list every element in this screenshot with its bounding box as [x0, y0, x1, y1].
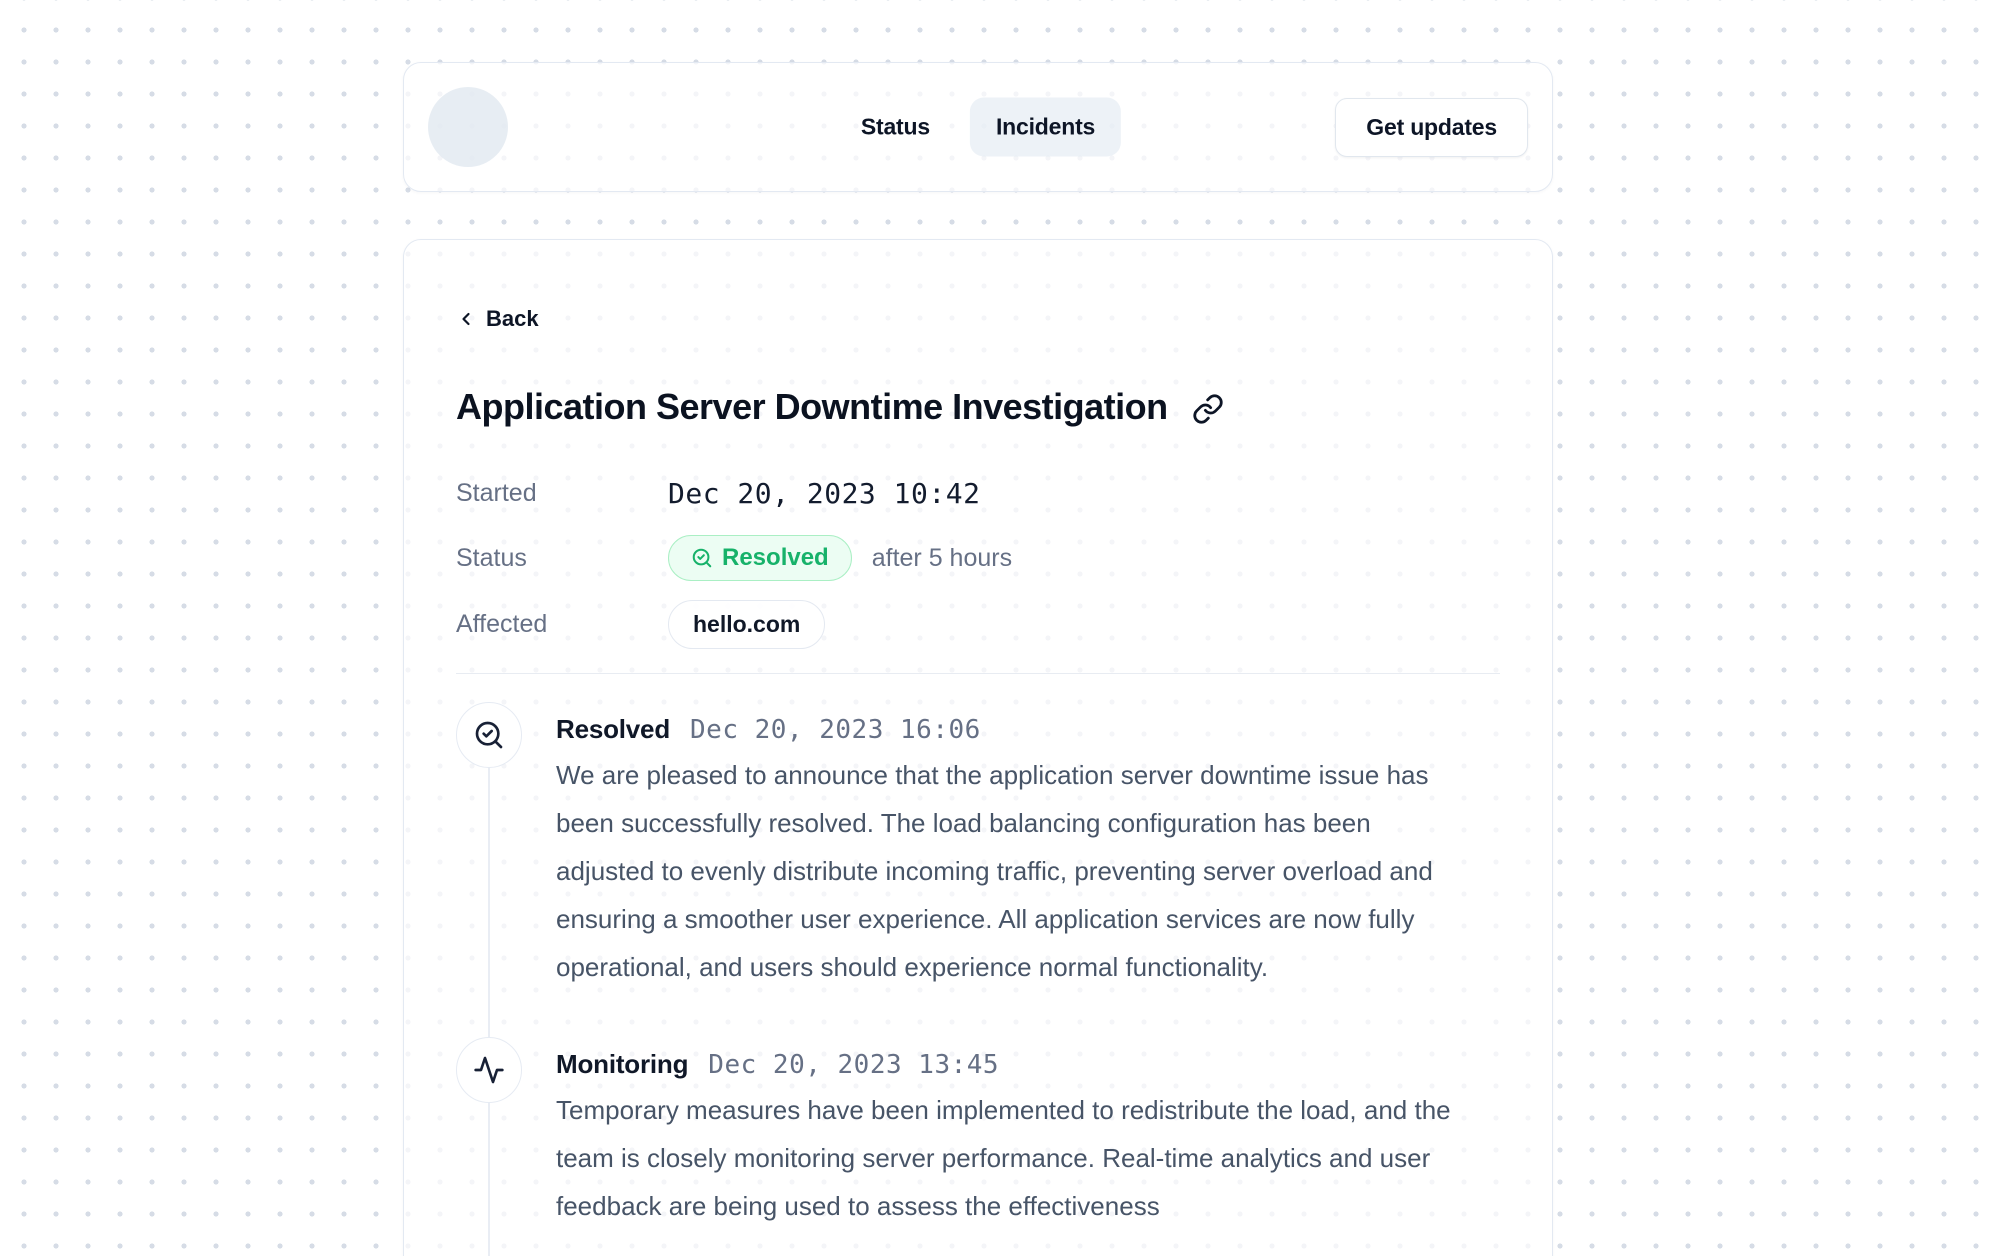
update-content: Monitoring Dec 20, 2023 13:45 Temporary …	[556, 1043, 1500, 1230]
affected-component-pill: hello.com	[668, 600, 825, 649]
title-row: Application Server Downtime Investigatio…	[456, 386, 1500, 428]
update-body: We are pleased to announce that the appl…	[556, 751, 1461, 991]
timeline-marker	[456, 1037, 522, 1103]
update-timeline: Resolved Dec 20, 2023 16:06 We are pleas…	[456, 702, 1500, 1256]
status-duration: after 5 hours	[872, 544, 1012, 573]
top-nav: Status Incidents Get updates	[403, 62, 1553, 192]
page-title: Application Server Downtime Investigatio…	[456, 386, 1168, 428]
status-label: Status	[456, 544, 668, 573]
meta-row-started: Started Dec 20, 2023 10:42	[456, 470, 1500, 516]
back-label: Back	[486, 306, 539, 332]
back-link[interactable]: Back	[456, 306, 539, 332]
search-check-icon	[691, 547, 713, 569]
nav-item-incidents[interactable]: Incidents	[970, 98, 1121, 157]
affected-label: Affected	[456, 610, 668, 639]
incident-card: Back Application Server Downtime Investi…	[403, 239, 1553, 1256]
activity-icon	[473, 1054, 505, 1086]
logo-avatar	[428, 87, 508, 167]
timeline-item-monitoring: Monitoring Dec 20, 2023 13:45 Temporary …	[456, 1037, 1500, 1230]
update-status: Resolved	[556, 708, 670, 750]
update-body: Temporary measures have been implemented…	[556, 1086, 1461, 1230]
timeline-item-resolved: Resolved Dec 20, 2023 16:06 We are pleas…	[456, 702, 1500, 991]
status-badge-label: Resolved	[722, 544, 829, 572]
divider	[456, 673, 1500, 674]
status-badge: Resolved	[668, 535, 852, 581]
update-content: Resolved Dec 20, 2023 16:06 We are pleas…	[556, 708, 1500, 991]
update-status: Monitoring	[556, 1043, 688, 1085]
nav-tabs: Status Incidents	[835, 98, 1121, 157]
started-label: Started	[456, 479, 668, 508]
page: Status Incidents Get updates Back Applic…	[403, 62, 1553, 1256]
search-check-icon	[473, 719, 505, 751]
chevron-left-icon	[456, 309, 476, 329]
timeline-marker	[456, 702, 522, 768]
meta-row-status: Status Resolved after 5 hours	[456, 535, 1500, 581]
get-updates-button[interactable]: Get updates	[1335, 98, 1528, 157]
update-timestamp: Dec 20, 2023 13:45	[708, 1044, 999, 1086]
meta-row-affected: Affected hello.com	[456, 600, 1500, 649]
link-icon[interactable]	[1192, 393, 1224, 425]
status-cell: Resolved after 5 hours	[668, 535, 1500, 581]
nav-item-status[interactable]: Status	[835, 98, 956, 157]
incident-meta: Started Dec 20, 2023 10:42 Status Resolv…	[456, 470, 1500, 649]
update-heading: Resolved Dec 20, 2023 16:06	[556, 708, 1500, 751]
update-heading: Monitoring Dec 20, 2023 13:45	[556, 1043, 1500, 1086]
update-timestamp: Dec 20, 2023 16:06	[690, 709, 981, 751]
started-value: Dec 20, 2023 10:42	[668, 477, 1500, 510]
